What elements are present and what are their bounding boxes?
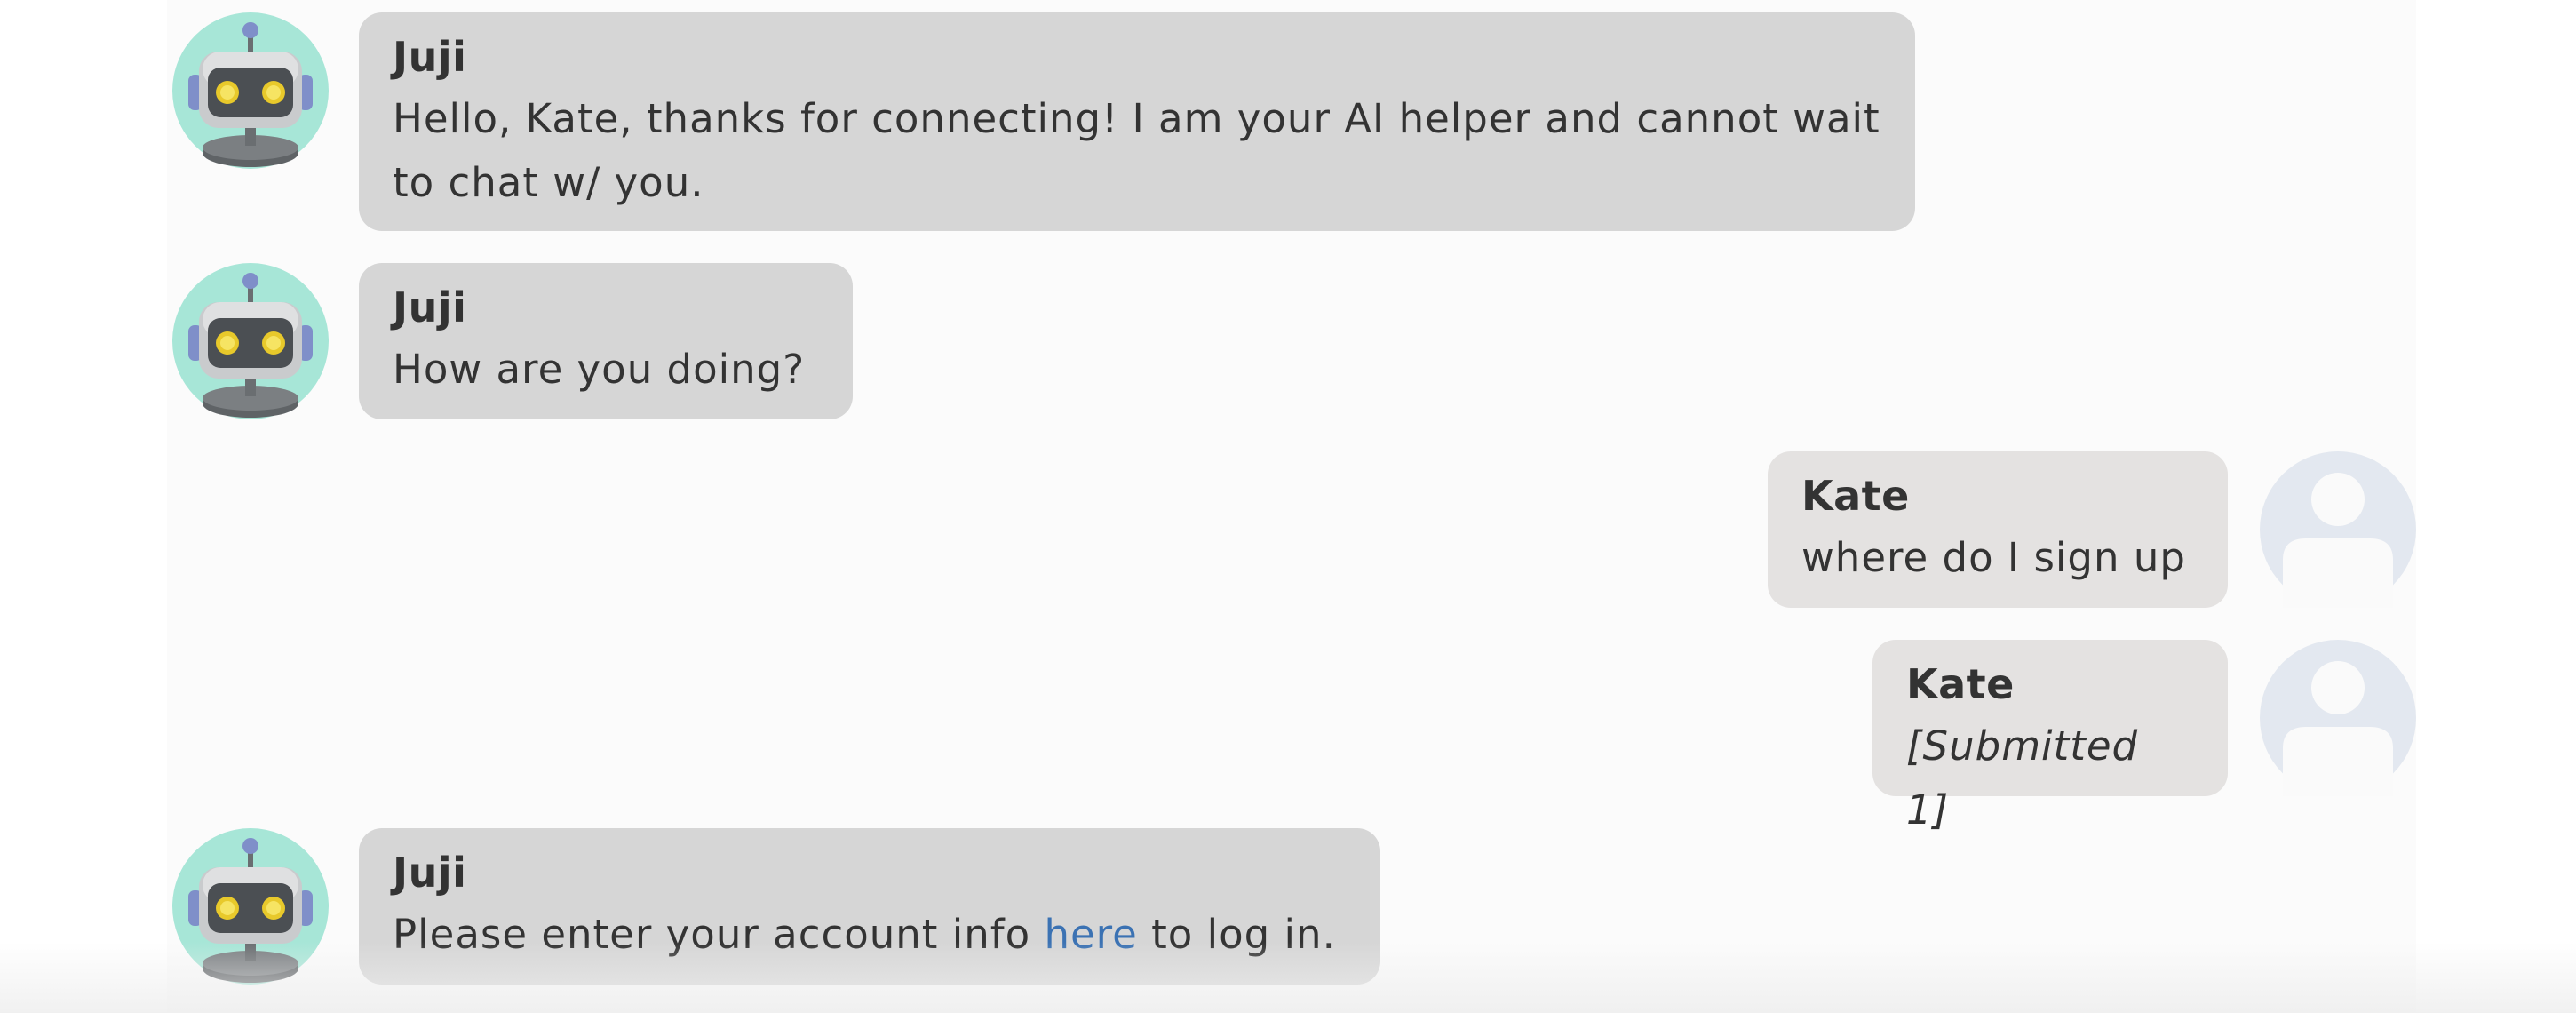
message-sender: Juji xyxy=(393,33,467,81)
message-text: where do I sign up xyxy=(1801,534,2186,581)
bottom-fade xyxy=(0,942,2576,1013)
robot-avatar-icon xyxy=(172,12,329,169)
message-text: How are you doing? xyxy=(393,346,806,393)
message-text: Hello, Kate, thanks for connecting! I am… xyxy=(393,95,1880,206)
juji-avatar xyxy=(172,263,329,419)
message-sender: Juji xyxy=(393,283,467,331)
message-bubble-kate: Kate where do I sign up xyxy=(1768,451,2228,608)
user-avatar-icon xyxy=(2260,640,2416,796)
message-bubble-juji: Juji How are you doing? xyxy=(359,263,853,419)
kate-avatar xyxy=(2260,640,2416,796)
message-sender: Kate xyxy=(1906,660,2015,708)
message-bubble-kate: Kate [Submitted 1] xyxy=(1872,640,2228,834)
robot-avatar-icon xyxy=(172,263,329,419)
message-text: [Submitted 1] xyxy=(1906,722,2139,834)
message-sender: Juji xyxy=(393,849,467,897)
juji-avatar xyxy=(172,12,329,169)
user-avatar-icon xyxy=(2260,451,2416,608)
message-sender: Kate xyxy=(1801,472,1910,520)
kate-avatar xyxy=(2260,451,2416,608)
message-bubble-juji: Juji Hello, Kate, thanks for connecting!… xyxy=(359,12,1915,231)
